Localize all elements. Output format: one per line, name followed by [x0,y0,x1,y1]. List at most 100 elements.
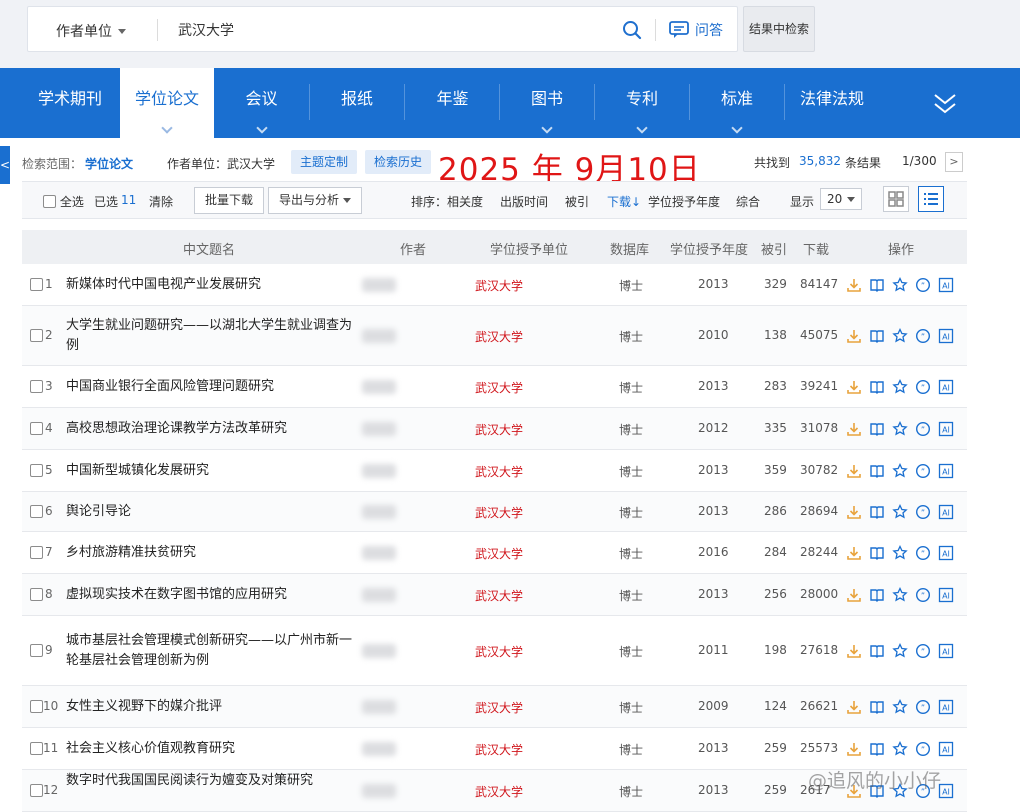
thesis-title-link[interactable]: 社会主义核心价值观教育研究 [66,739,356,759]
download-icon[interactable] [846,643,862,659]
cited-count[interactable]: 329 [764,277,787,291]
search-icon[interactable] [622,20,642,40]
read-icon[interactable] [869,463,885,479]
read-icon[interactable] [869,379,885,395]
row-checkbox[interactable] [30,505,43,518]
select-all-checkbox[interactable] [43,195,56,208]
sort-pubtime[interactable]: 出版时间 [500,193,548,210]
star-icon[interactable] [892,379,908,395]
quote-icon[interactable]: ” [915,587,931,603]
download-icon[interactable] [846,277,862,293]
quote-icon[interactable]: ” [915,545,931,561]
ai-icon[interactable]: AI [938,421,954,437]
sort-relevance[interactable]: 排序：相关度 [411,193,483,210]
sort-download[interactable]: 下载↓ [607,193,641,210]
clear-button[interactable]: 清除 [149,193,173,210]
thesis-title-link[interactable]: 数字时代我国国民阅读行为嬗变及对策研究 [66,771,356,791]
read-icon[interactable] [869,545,885,561]
download-icon[interactable] [846,587,862,603]
quote-icon[interactable]: ” [915,328,931,344]
star-icon[interactable] [892,545,908,561]
row-checkbox[interactable] [30,700,43,713]
thesis-title-link[interactable]: 虚拟现实技术在数字图书馆的应用研究 [66,585,356,605]
thesis-title-link[interactable]: 高校思想政治理论课教学方法改革研究 [66,419,356,439]
ai-icon[interactable]: AI [938,504,954,520]
quote-icon[interactable]: ” [915,277,931,293]
quote-icon[interactable]: ” [915,379,931,395]
star-icon[interactable] [892,463,908,479]
thesis-title-link[interactable]: 舆论引导论 [66,502,356,522]
read-icon[interactable] [869,699,885,715]
qa-button[interactable]: 问答 [695,20,723,40]
quote-icon[interactable]: ” [915,504,931,520]
tab-yearbooks[interactable]: 年鉴 [405,68,500,138]
read-icon[interactable] [869,741,885,757]
topic-custom-button[interactable]: 主题定制 [291,150,358,174]
download-count[interactable]: 31078 [800,421,838,435]
search-history-button[interactable]: 检索历史 [365,150,432,174]
read-icon[interactable] [869,587,885,603]
download-icon[interactable] [846,504,862,520]
star-icon[interactable] [892,643,908,659]
tab-dissertations[interactable]: 学位论文 [120,68,214,138]
read-icon[interactable] [869,421,885,437]
row-checkbox[interactable] [30,742,43,755]
download-icon[interactable] [846,379,862,395]
star-icon[interactable] [892,277,908,293]
ai-icon[interactable]: AI [938,545,954,561]
degree-unit-link[interactable]: 武汉大学 [475,587,523,604]
search-field-select[interactable]: 作者单位 [56,21,126,41]
row-checkbox[interactable] [30,644,43,657]
cited-count[interactable]: 124 [764,699,787,713]
thesis-title-link[interactable]: 中国新型城镇化发展研究 [66,461,356,481]
selected-count[interactable]: 11 [121,193,136,207]
degree-unit-link[interactable]: 武汉大学 [475,741,523,758]
thesis-title-link[interactable]: 女性主义视野下的媒介批评 [66,697,356,717]
ai-icon[interactable]: AI [938,379,954,395]
download-count[interactable]: 26621 [800,699,838,713]
thesis-title-link[interactable]: 城市基层社会管理模式创新研究——以广州市新一轮基层社会管理创新为例 [66,631,356,671]
download-count[interactable]: 28694 [800,504,838,518]
chat-bubble-icon[interactable] [669,21,689,39]
read-icon[interactable] [869,643,885,659]
degree-unit-link[interactable]: 武汉大学 [475,699,523,716]
download-icon[interactable] [846,463,862,479]
tab-laws[interactable]: 法律法规 [785,68,879,138]
search-input[interactable]: 武汉大学 [178,20,234,40]
row-checkbox[interactable] [30,422,43,435]
cited-count[interactable]: 138 [764,328,787,342]
quote-icon[interactable]: ” [915,699,931,715]
quote-icon[interactable]: ” [915,741,931,757]
degree-unit-link[interactable]: 武汉大学 [475,504,523,521]
row-checkbox[interactable] [30,588,43,601]
tab-standards[interactable]: 标准 [690,68,784,138]
grid-view-button[interactable] [883,186,909,212]
thesis-title-link[interactable]: 大学生就业问题研究——以湖北大学生就业调查为例 [66,316,356,356]
read-icon[interactable] [869,328,885,344]
degree-unit-link[interactable]: 武汉大学 [475,783,523,800]
cited-count[interactable]: 359 [764,463,787,477]
tab-journals[interactable]: 学术期刊 [22,68,118,138]
thesis-title-link[interactable]: 新媒体时代中国电视产业发展研究 [66,275,356,295]
read-icon[interactable] [869,504,885,520]
list-view-button[interactable] [918,186,944,212]
ai-icon[interactable]: AI [938,699,954,715]
download-icon[interactable] [846,699,862,715]
degree-unit-link[interactable]: 武汉大学 [475,463,523,480]
download-icon[interactable] [846,741,862,757]
download-icon[interactable] [846,421,862,437]
export-analysis-button[interactable]: 导出与分析 [268,187,363,214]
read-icon[interactable] [869,277,885,293]
ai-icon[interactable]: AI [938,463,954,479]
thesis-title-link[interactable]: 中国商业银行全面风险管理问题研究 [66,377,356,397]
degree-unit-link[interactable]: 武汉大学 [475,545,523,562]
download-count[interactable]: 45075 [800,328,838,342]
batch-download-button[interactable]: 批量下载 [194,187,265,214]
degree-unit-link[interactable]: 武汉大学 [475,379,523,396]
sort-overall[interactable]: 综合 [736,193,760,210]
cited-count[interactable]: 284 [764,545,787,559]
tab-newspapers[interactable]: 报纸 [310,68,404,138]
cited-count[interactable]: 335 [764,421,787,435]
star-icon[interactable] [892,328,908,344]
page-size-select[interactable]: 20 [820,188,862,210]
